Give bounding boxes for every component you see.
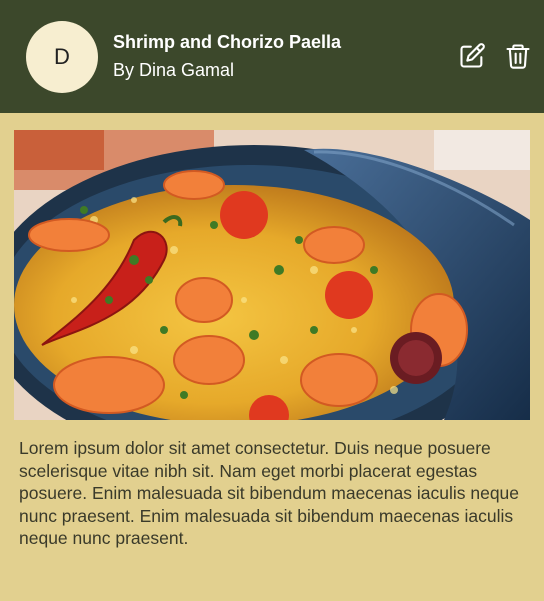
recipe-author: By Dina Gamal xyxy=(113,60,235,80)
trash-icon xyxy=(506,44,530,69)
paella-illustration xyxy=(14,130,530,420)
card-header: D Shrimp and Chorizo Paella By Dina Gama… xyxy=(0,0,544,113)
recipe-card: D Shrimp and Chorizo Paella By Dina Gama… xyxy=(0,0,544,601)
edit-icon xyxy=(460,43,485,68)
recipe-image xyxy=(14,130,530,420)
delete-button[interactable] xyxy=(503,41,533,71)
recipe-description: Lorem ipsum dolor sit amet consectetur. … xyxy=(19,438,520,548)
avatar: D xyxy=(26,21,98,93)
recipe-title: Shrimp and Chorizo Paella xyxy=(113,32,342,52)
edit-button[interactable] xyxy=(457,41,487,71)
